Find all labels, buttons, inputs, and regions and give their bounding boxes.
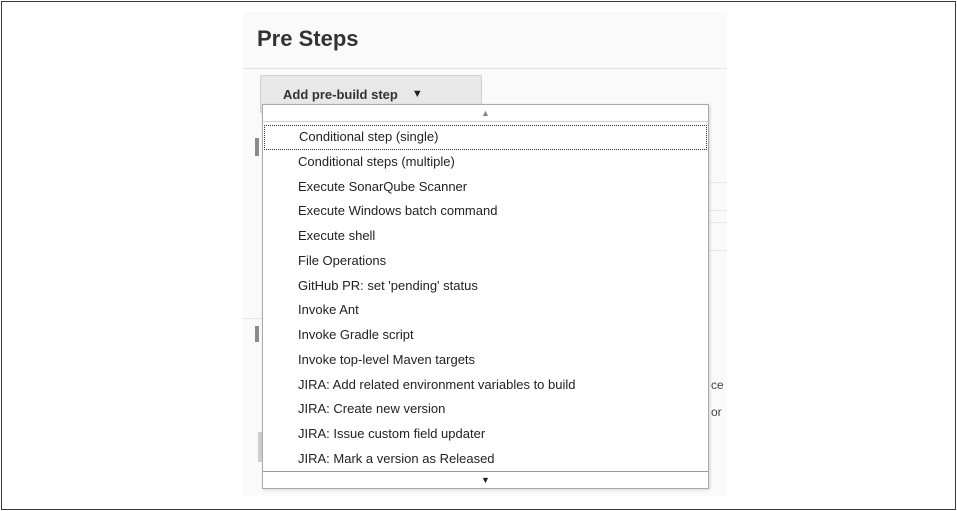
- background-text-fragment: or: [711, 405, 722, 419]
- dropdown-option[interactable]: JIRA: Mark a version as Released: [263, 447, 708, 472]
- background-divider: [709, 250, 727, 251]
- dropdown-option[interactable]: Invoke Gradle script: [263, 323, 708, 348]
- dropdown-option[interactable]: JIRA: Add related environment variables …: [263, 373, 708, 398]
- dropdown-option[interactable]: Execute SonarQube Scanner: [263, 175, 708, 200]
- scroll-up-arrow-icon[interactable]: ▲: [263, 105, 708, 122]
- dropdown-option[interactable]: Invoke top-level Maven targets: [263, 348, 708, 373]
- dropdown-option[interactable]: File Operations: [263, 249, 708, 274]
- dropdown-option[interactable]: JIRA: Create new version: [263, 397, 708, 422]
- dropdown-option[interactable]: JIRA: Issue custom field updater: [263, 422, 708, 447]
- background-block-marker: [255, 138, 259, 156]
- add-pre-build-step-label: Add pre-build step: [283, 86, 398, 102]
- pre-build-step-options: Conditional step (single) Conditional ste…: [263, 125, 708, 472]
- background-divider: [709, 210, 727, 211]
- background-text-fragment: ce: [711, 378, 724, 392]
- background-divider: [709, 182, 727, 183]
- background-block-marker: [255, 326, 259, 342]
- pre-build-step-dropdown[interactable]: ▲ Conditional step (single) Conditional s…: [262, 104, 709, 489]
- section-title: Pre Steps: [257, 26, 359, 51]
- scroll-down-arrow-icon[interactable]: ▼: [263, 471, 708, 488]
- dropdown-option[interactable]: Conditional step (single): [264, 125, 707, 150]
- dropdown-option[interactable]: Invoke Ant: [263, 298, 708, 323]
- dropdown-option[interactable]: Execute shell: [263, 224, 708, 249]
- background-divider: [243, 318, 262, 319]
- dropdown-option[interactable]: GitHub PR: set 'pending' status: [263, 274, 708, 299]
- dropdown-option[interactable]: Conditional steps (multiple): [263, 150, 708, 175]
- caret-down-icon: ▼: [411, 88, 423, 100]
- section-divider: [243, 68, 727, 69]
- background-divider: [709, 222, 727, 223]
- dropdown-option[interactable]: Execute Windows batch command: [263, 199, 708, 224]
